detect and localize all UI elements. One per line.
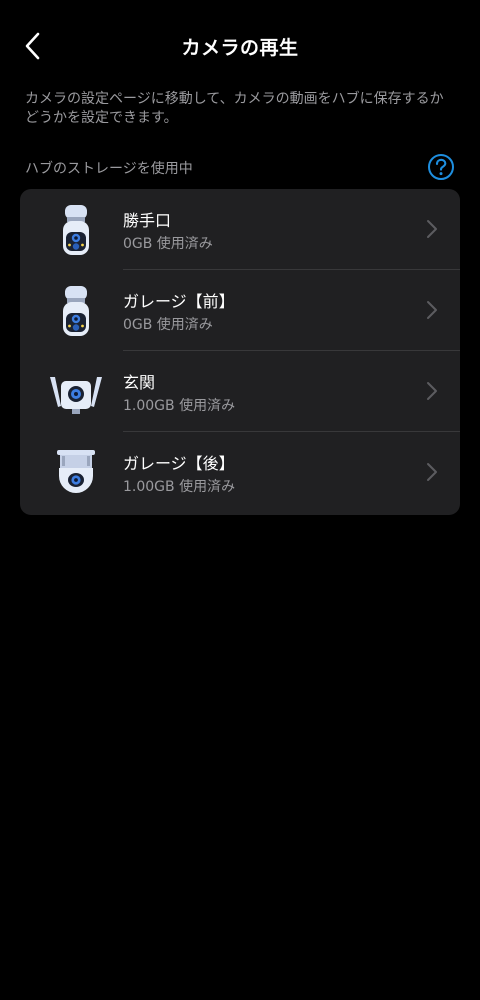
page-title: カメラの再生 <box>181 37 299 59</box>
bullet-camera-icon <box>63 286 89 336</box>
camera-name: ガレージ【前】 <box>123 292 235 311</box>
bullet-camera-icon <box>63 205 89 255</box>
camera-item-katteguchi[interactable]: 勝手口 0GB 使用済み <box>20 189 460 270</box>
camera-usage: 0GB 使用済み <box>123 317 213 333</box>
camera-name: 玄関 <box>123 373 156 392</box>
section-header: ハブのストレージを使用中 <box>25 152 455 182</box>
camera-item-garage-front[interactable]: ガレージ【前】 0GB 使用済み <box>20 270 460 351</box>
chevron-right-icon <box>427 301 437 319</box>
camera-item-garage-rear[interactable]: ガレージ【後】 1.00GB 使用済み <box>20 432 460 513</box>
camera-name: ガレージ【後】 <box>123 454 235 473</box>
camera-item-genkan[interactable]: 玄関 1.00GB 使用済み <box>20 351 460 432</box>
chevron-right-icon <box>427 220 437 238</box>
pan-tilt-camera-icon <box>57 450 95 493</box>
antenna-camera-icon <box>50 377 102 414</box>
header: カメラの再生 <box>0 0 480 92</box>
section-title: ハブのストレージを使用中 <box>25 161 193 177</box>
camera-usage: 1.00GB 使用済み <box>123 479 236 495</box>
chevron-right-icon <box>427 463 437 481</box>
chevron-right-icon <box>427 382 437 400</box>
question-circle-icon <box>428 154 454 180</box>
camera-name: 勝手口 <box>123 211 172 230</box>
camera-usage: 0GB 使用済み <box>123 236 213 252</box>
description-text: カメラの設定ページに移動して、カメラの動画をハブに保存するかどうかを設定できます… <box>25 91 444 126</box>
camera-list: 勝手口 0GB 使用済み ガレージ【前】 0GB 使用済み 玄関 1.00GB … <box>20 189 460 515</box>
camera-usage: 1.00GB 使用済み <box>123 398 236 414</box>
help-button[interactable] <box>427 153 455 181</box>
